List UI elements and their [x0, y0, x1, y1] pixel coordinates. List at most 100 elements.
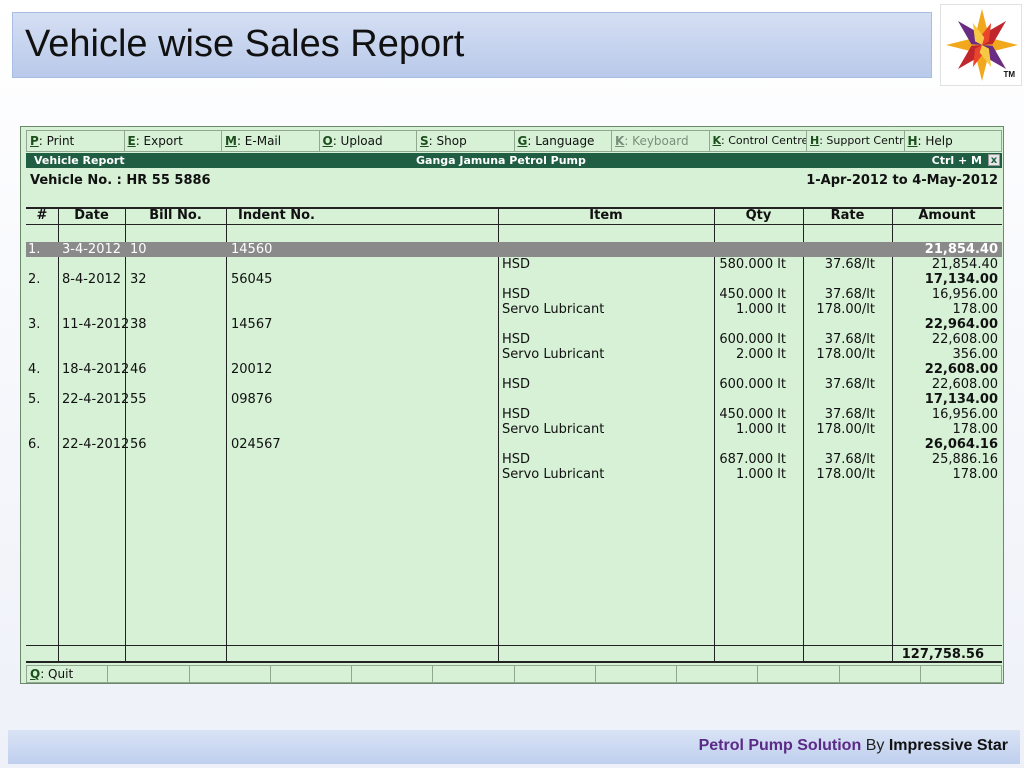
table-row[interactable]: 5. 22-4-2012 55 09876 17,134.00 [26, 392, 1002, 407]
item-qty: 1.000 lt [735, 302, 786, 317]
trademark-label: TM [1003, 70, 1015, 79]
bill-total: 21,854.40 [924, 242, 998, 257]
slide-title-bar: Vehicle wise Sales Report [12, 12, 932, 78]
report-table: # Date Bill No. Indent No. Item Qty Rate… [26, 207, 1002, 663]
bill-serial: 6. [28, 437, 41, 452]
company-name: Ganga Jamuna Petrol Pump [416, 154, 586, 167]
table-row[interactable]: 4. 18-4-2012 46 20012 22,608.00 [26, 362, 1002, 377]
bill-number: 38 [130, 317, 147, 332]
table-row[interactable]: 2. 8-4-2012 32 56045 17,134.00 [26, 272, 1002, 287]
upload-button[interactable]: O: Upload [319, 130, 417, 152]
bill-serial: 2. [28, 272, 41, 287]
item-line: HSD 580.000 lt 37.68/lt 21,854.40 [26, 257, 1002, 272]
bill-total: 26,064.16 [924, 437, 998, 452]
export-button[interactable]: E: Export [124, 130, 222, 152]
bill-date: 18-4-2012 [62, 362, 130, 377]
bill-date: 8-4-2012 [62, 272, 122, 287]
support-centre-button[interactable]: H: Support Centre [807, 130, 905, 152]
item-rate: 178.00/lt [816, 302, 875, 317]
column-header-date: Date [74, 208, 109, 223]
header-divider [26, 224, 1002, 225]
column-header-rate: Rate [830, 208, 865, 223]
item-line: Servo Lubricant 1.000 lt 178.00/lt 178.00 [26, 422, 1002, 437]
window-shortcut: Ctrl + M [931, 154, 982, 167]
email-button[interactable]: M: E-Mail [222, 130, 320, 152]
item-line: Servo Lubricant 1.000 lt 178.00/lt 178.00 [26, 302, 1002, 317]
item-line: HSD 687.000 lt 37.68/lt 25,886.16 [26, 452, 1002, 467]
bill-number: 32 [130, 272, 147, 287]
item-line: HSD 450.000 lt 37.68/lt 16,956.00 [26, 287, 1002, 302]
indent-number: 20012 [231, 362, 273, 377]
item-name: HSD [502, 287, 531, 302]
control-centre-button[interactable]: K: Control Centre [709, 130, 807, 152]
close-icon[interactable]: x [988, 154, 1000, 166]
item-amount: 16,956.00 [931, 287, 998, 302]
item-name: HSD [502, 257, 531, 272]
item-qty: 1.000 lt [735, 467, 786, 482]
item-amount: 22,608.00 [931, 377, 998, 392]
item-name: HSD [502, 332, 531, 347]
bill-date: 11-4-2012 [62, 317, 130, 332]
table-bottom-border [26, 661, 1002, 663]
empty-button-slot [758, 665, 840, 683]
empty-button-slot [514, 665, 596, 683]
item-rate: 37.68/lt [824, 287, 875, 302]
empty-button-slot [108, 665, 190, 683]
keyboard-button[interactable]: K: Keyboard [612, 130, 710, 152]
item-rate: 37.68/lt [824, 407, 875, 422]
item-line: Servo Lubricant 1.000 lt 178.00/lt 178.00 [26, 467, 1002, 482]
column-header-qty: Qty [745, 208, 772, 223]
help-button[interactable]: H: Help [904, 130, 1002, 152]
bill-total: 22,608.00 [924, 362, 998, 377]
bill-number: 55 [130, 392, 147, 407]
report-window: P: Print E: Export M: E-Mail O: Upload S… [20, 126, 1004, 684]
item-amount: 25,886.16 [931, 452, 998, 467]
empty-button-slot [677, 665, 759, 683]
item-amount: 21,854.40 [931, 257, 998, 272]
bill-number: 46 [130, 362, 147, 377]
bill-serial: 3. [28, 317, 41, 332]
grand-total: 127,758.56 [901, 647, 984, 662]
indent-number: 024567 [231, 437, 281, 452]
total-divider [26, 645, 1002, 646]
item-rate: 37.68/lt [824, 377, 875, 392]
item-qty: 2.000 lt [735, 347, 786, 362]
bill-number: 10 [130, 242, 147, 257]
footer-text: Petrol Pump Solution By Impressive Star [699, 737, 1008, 755]
quit-button[interactable]: Q: Quit [26, 665, 109, 683]
print-button[interactable]: P: Print [26, 130, 125, 152]
window-title: Vehicle Report [34, 154, 125, 167]
item-line: HSD 450.000 lt 37.68/lt 16,956.00 [26, 407, 1002, 422]
table-row[interactable]: 3. 11-4-2012 38 14567 22,964.00 [26, 317, 1002, 332]
item-name: HSD [502, 407, 531, 422]
item-qty: 450.000 lt [719, 287, 786, 302]
column-header-item: Item [589, 208, 623, 223]
empty-button-slot [433, 665, 515, 683]
empty-button-slot [595, 665, 677, 683]
company-brand: Impressive Star [888, 737, 1008, 754]
column-header-bill: Bill No. [149, 208, 202, 223]
table-row[interactable]: 6. 22-4-2012 56 024567 26,064.16 [26, 437, 1002, 452]
slide-footer: Petrol Pump Solution By Impressive Star [8, 730, 1020, 764]
item-name: Servo Lubricant [502, 302, 605, 317]
bill-date: 3-4-2012 [62, 242, 122, 257]
item-rate: 37.68/lt [824, 257, 875, 272]
item-qty: 1.000 lt [735, 422, 786, 437]
shop-button[interactable]: S: Shop [417, 130, 515, 152]
bottom-button-bar: Q: Quit [26, 665, 1002, 683]
language-button[interactable]: G: Language [514, 130, 612, 152]
item-amount: 178.00 [952, 302, 999, 317]
table-row[interactable]: 1. 3-4-2012 10 14560 21,854.40 [26, 242, 1002, 257]
empty-button-slot [270, 665, 352, 683]
bill-date: 22-4-2012 [62, 392, 130, 407]
item-amount: 178.00 [952, 467, 999, 482]
column-header-no: # [36, 208, 48, 223]
item-name: Servo Lubricant [502, 422, 605, 437]
slide-title: Vehicle wise Sales Report [25, 23, 465, 65]
product-name: Petrol Pump Solution [698, 737, 862, 754]
by-text: By [865, 737, 885, 754]
item-line: HSD 600.000 lt 37.68/lt 22,608.00 [26, 377, 1002, 392]
item-amount: 22,608.00 [931, 332, 998, 347]
report-header: Vehicle No. : HR 55 5886 1-Apr-2012 to 4… [26, 171, 1002, 191]
indent-number: 14560 [231, 242, 273, 257]
